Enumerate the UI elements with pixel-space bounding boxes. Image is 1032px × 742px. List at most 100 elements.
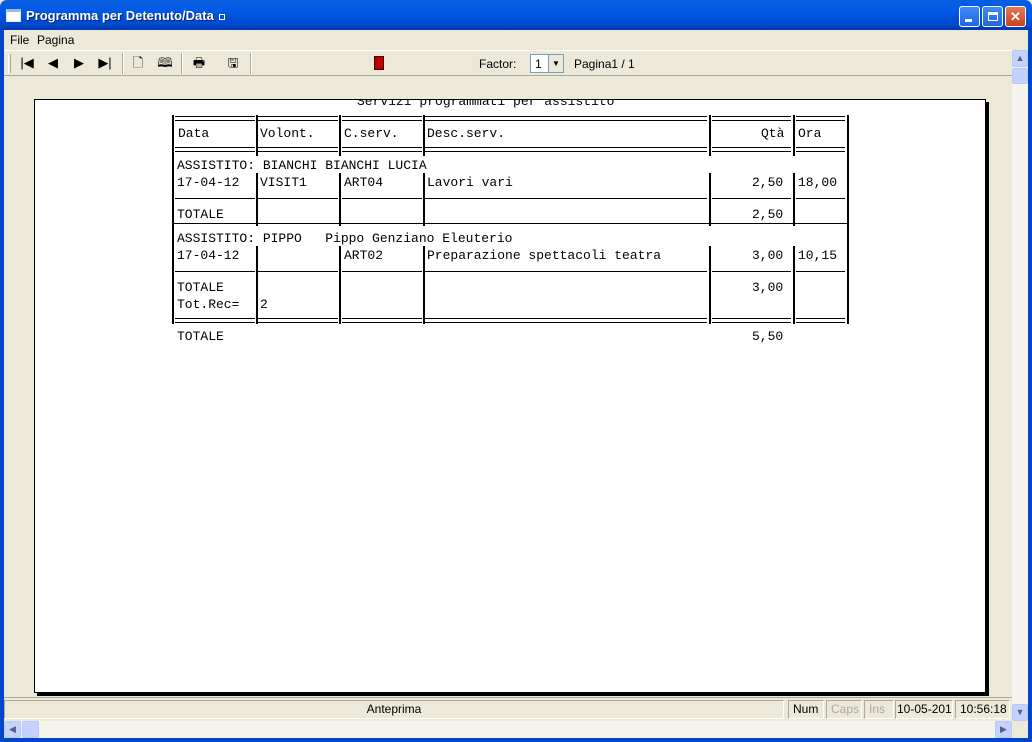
factor-select[interactable]: 1 ▼ bbox=[530, 54, 564, 73]
single-page-icon: 🗋 bbox=[132, 55, 144, 70]
restore-button[interactable] bbox=[982, 6, 1003, 27]
rule bbox=[172, 115, 174, 156]
row-cserv: ART02 bbox=[344, 248, 384, 263]
open-book-icon: 🕮 bbox=[157, 55, 173, 70]
first-page-button[interactable]: |◀ bbox=[16, 53, 38, 73]
column-header-desc: Desc.serv. bbox=[427, 126, 506, 141]
close-button[interactable]: ✕ bbox=[1005, 6, 1026, 27]
first-page-icon: |◀ bbox=[20, 55, 34, 70]
column-header-ora: Ora bbox=[798, 126, 822, 141]
chevron-up-icon: ▲ bbox=[1015, 53, 1025, 63]
rule bbox=[425, 147, 707, 152]
rule bbox=[425, 198, 707, 199]
title-bar[interactable]: Programma per Detenuto/Data ✕ bbox=[0, 0, 1032, 30]
status-ins: Ins bbox=[864, 700, 894, 719]
rule bbox=[709, 173, 711, 226]
chevron-right-icon: ▶ bbox=[1000, 724, 1007, 734]
rule bbox=[712, 271, 791, 272]
exit-door-icon bbox=[374, 56, 384, 70]
next-page-button[interactable]: ▶ bbox=[68, 53, 90, 73]
last-page-icon: ▶| bbox=[98, 55, 112, 70]
previous-page-button[interactable]: ◀ bbox=[42, 53, 64, 73]
rule bbox=[847, 156, 849, 324]
horizontal-scroll-thumb[interactable] bbox=[22, 721, 39, 738]
chevron-down-icon[interactable]: ▼ bbox=[548, 55, 563, 72]
status-num: Num bbox=[788, 700, 824, 719]
chevron-left-icon: ◀ bbox=[9, 724, 16, 734]
export-button[interactable]: 🖫 bbox=[222, 53, 244, 73]
minimize-button[interactable] bbox=[959, 6, 980, 27]
record-count-value: 2 bbox=[260, 297, 268, 312]
rule bbox=[172, 223, 849, 224]
rule bbox=[796, 116, 845, 121]
rule bbox=[339, 246, 341, 324]
rule bbox=[793, 115, 795, 156]
arrow-right-icon: ▶ bbox=[74, 55, 84, 70]
rule bbox=[258, 318, 338, 323]
toolbar: |◀ ◀ ▶ ▶| 🗋 🕮 🖶 🖫 Factor: 1 ▼ Pagina1 / … bbox=[4, 50, 1012, 76]
toolbar-grip[interactable] bbox=[8, 54, 11, 73]
rule bbox=[796, 198, 845, 199]
rule bbox=[342, 318, 422, 323]
row-qta: 2,50 bbox=[752, 175, 784, 190]
rule bbox=[425, 116, 707, 121]
rule bbox=[175, 147, 255, 152]
row-data: 17-04-12 bbox=[177, 248, 240, 263]
rule bbox=[342, 198, 422, 199]
two-pages-button[interactable]: 🕮 bbox=[154, 53, 176, 73]
status-date: 10-05-2016 bbox=[895, 700, 953, 719]
status-main: Anteprima bbox=[4, 700, 784, 719]
rule bbox=[423, 173, 425, 226]
print-button[interactable]: 🖶 bbox=[188, 53, 210, 73]
vertical-scrollbar[interactable]: ▲ ▼ bbox=[1012, 50, 1028, 721]
rule bbox=[847, 115, 849, 156]
row-qta: 3,00 bbox=[752, 248, 784, 263]
scroll-left-button[interactable]: ◀ bbox=[4, 721, 21, 738]
horizontal-scrollbar[interactable]: ◀ ▶ bbox=[4, 721, 1012, 738]
toolbar-separator bbox=[181, 53, 183, 74]
row-ora: 10,15 bbox=[798, 248, 838, 263]
rule bbox=[342, 271, 422, 272]
vertical-scroll-thumb[interactable] bbox=[1012, 68, 1028, 84]
group-header: ASSISTITO: PIPPO Pippo Genziano Eleuteri… bbox=[177, 231, 513, 246]
rule bbox=[793, 173, 795, 226]
preview-area[interactable]: Servizi programmati per assistito Data V… bbox=[4, 77, 1012, 696]
rule bbox=[175, 271, 255, 272]
single-page-button[interactable]: 🗋 bbox=[127, 53, 149, 73]
minimize-icon bbox=[965, 19, 972, 22]
column-header-data: Data bbox=[178, 126, 210, 141]
row-desc: Lavori vari bbox=[427, 175, 513, 190]
rule bbox=[342, 116, 422, 121]
rule bbox=[796, 271, 845, 272]
scroll-down-button[interactable]: ▼ bbox=[1012, 704, 1028, 721]
grand-total-qta: 5,50 bbox=[752, 329, 784, 344]
title-square-icon bbox=[218, 13, 225, 20]
exit-button[interactable] bbox=[368, 53, 390, 73]
close-icon: ✕ bbox=[1010, 9, 1021, 24]
rule bbox=[258, 198, 338, 199]
toolbar-separator bbox=[250, 53, 252, 74]
group-total-qta: 3,00 bbox=[752, 280, 784, 295]
menu-file[interactable]: File bbox=[10, 33, 29, 47]
rule bbox=[339, 115, 341, 156]
scroll-up-button[interactable]: ▲ bbox=[1012, 50, 1028, 67]
printer-icon: 🖶 bbox=[192, 55, 206, 70]
row-cserv: ART04 bbox=[344, 175, 384, 190]
rule bbox=[423, 115, 425, 156]
chevron-down-icon: ▼ bbox=[1015, 707, 1025, 717]
rule bbox=[175, 198, 255, 199]
scroll-right-button[interactable]: ▶ bbox=[995, 721, 1012, 738]
rule bbox=[793, 246, 795, 324]
rule bbox=[425, 271, 707, 272]
rule bbox=[175, 116, 255, 121]
rule bbox=[256, 173, 258, 226]
rule bbox=[712, 147, 791, 152]
menu-pagina[interactable]: Pagina bbox=[37, 33, 74, 47]
rule bbox=[339, 173, 341, 226]
restore-icon bbox=[988, 12, 998, 21]
window-frame-bottom bbox=[0, 738, 1032, 742]
rule bbox=[712, 318, 791, 323]
app-window-icon[interactable] bbox=[6, 9, 21, 22]
last-page-button[interactable]: ▶| bbox=[94, 53, 116, 73]
page-indicator: Pagina1 / 1 bbox=[574, 57, 635, 71]
